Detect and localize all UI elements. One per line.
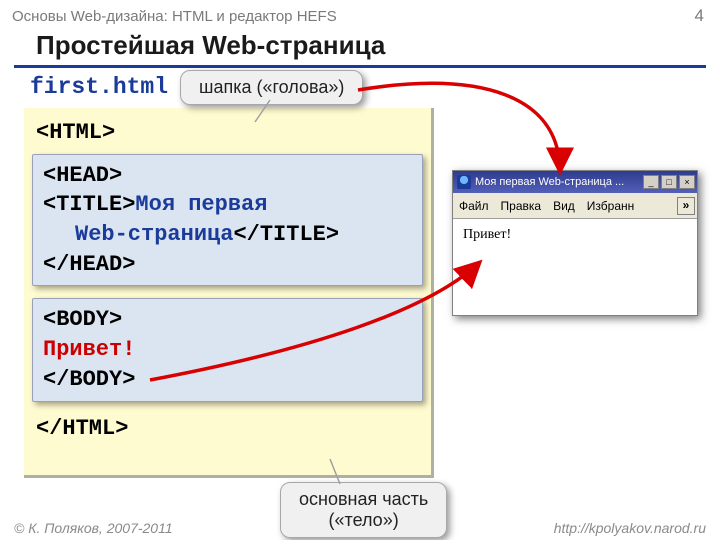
code-head-open: <HEAD>	[43, 161, 412, 191]
page-text: Привет!	[463, 227, 511, 242]
footer-url: http://kpolyakov.narod.ru	[554, 520, 706, 536]
code-head-close: </HEAD>	[43, 250, 412, 280]
footer: © К. Поляков, 2007-2011 http://kpolyakov…	[0, 520, 720, 536]
topic-text: Основы Web-дизайна: HTML и редактор HEFS	[12, 8, 337, 25]
code-title-open: <TITLE>	[43, 192, 135, 217]
menu-more-icon[interactable]: »	[677, 197, 695, 215]
title-rule	[14, 65, 706, 68]
footer-copyright: © К. Поляков, 2007-2011	[14, 520, 173, 536]
menu-fav[interactable]: Избранн	[587, 199, 634, 213]
menu-file[interactable]: Файл	[459, 199, 489, 213]
code-title-line1: <TITLE>Моя первая	[43, 190, 412, 220]
code-area: <HTML> <HEAD> <TITLE>Моя первая Web-стра…	[24, 108, 434, 478]
browser-page: Привет!	[453, 219, 697, 315]
callout-body-l1: основная часть	[299, 489, 428, 509]
callout-head: шапка («голова»)	[180, 70, 363, 105]
head-box: <HEAD> <TITLE>Моя первая Web-страница</T…	[32, 154, 423, 287]
browser-menubar: Файл Правка Вид Избранн »	[453, 193, 697, 219]
browser-app-icon	[457, 175, 471, 189]
header-bar: Основы Web-дизайна: HTML и редактор HEFS…	[0, 0, 720, 28]
menu-edit[interactable]: Правка	[501, 199, 542, 213]
browser-window: Моя первая Web-страница ... _ □ × Файл П…	[452, 170, 698, 316]
maximize-button[interactable]: □	[661, 175, 677, 189]
code-html-open: <HTML>	[36, 118, 419, 148]
body-box: <BODY> Привет! </BODY>	[32, 298, 423, 401]
code-body-text: Привет!	[43, 335, 412, 365]
browser-titlebar: Моя первая Web-страница ... _ □ ×	[453, 171, 697, 193]
code-title-line2: Web-страница</TITLE>	[43, 220, 412, 250]
close-button[interactable]: ×	[679, 175, 695, 189]
browser-title-text: Моя первая Web-страница ...	[475, 176, 641, 188]
code-title-text1: Моя первая	[135, 192, 267, 217]
code-title-text2: Web-страница	[43, 222, 233, 247]
code-title-close: </TITLE>	[233, 222, 339, 247]
code-html-close: </HTML>	[36, 414, 419, 444]
page-number: 4	[695, 6, 704, 26]
filename-label: first.html	[30, 74, 720, 100]
code-body-close: </BODY>	[43, 365, 412, 395]
minimize-button[interactable]: _	[643, 175, 659, 189]
slide-title: Простейшая Web-страница	[36, 30, 720, 65]
code-body-open: <BODY>	[43, 305, 412, 335]
menu-view[interactable]: Вид	[553, 199, 575, 213]
